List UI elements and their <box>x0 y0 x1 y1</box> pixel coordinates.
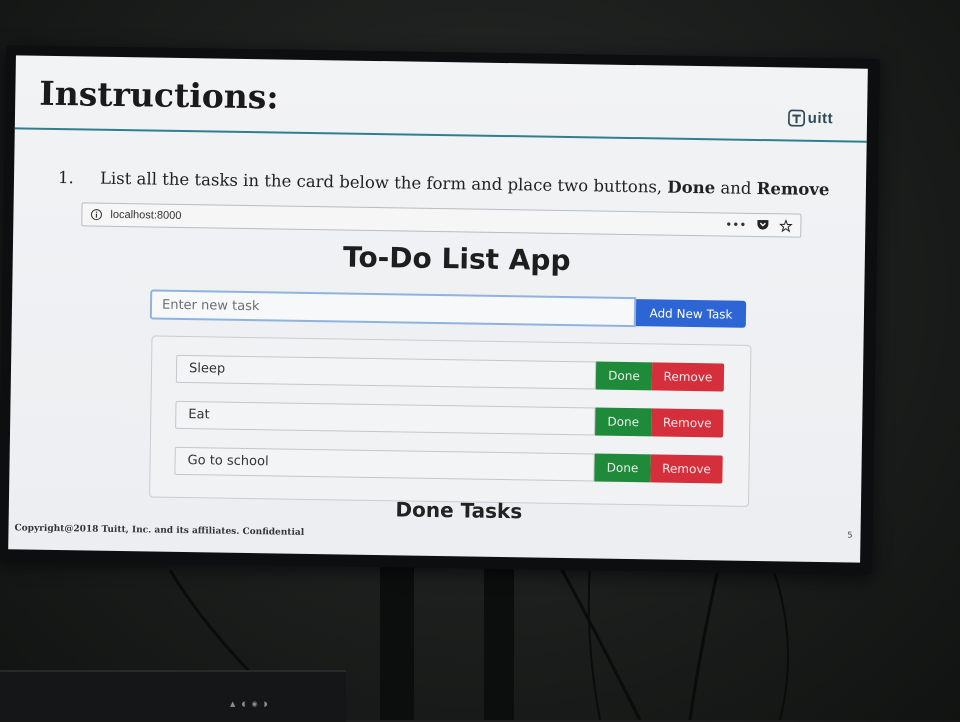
done-button[interactable]: Done <box>595 407 652 437</box>
instruction-text: List all the tasks in the card below the… <box>99 168 668 197</box>
task-list-card: Sleep Done Remove Eat Done Remove Go to … <box>149 335 752 507</box>
task-row: Sleep Done Remove <box>175 354 725 392</box>
title-divider <box>14 127 867 143</box>
info-icon[interactable] <box>90 209 102 221</box>
browser-url-bar[interactable]: localhost:8000 ••• <box>81 202 802 238</box>
tuitt-logo: uitt <box>787 109 834 128</box>
system-tray: ▲ ◖ ◉ ◗ <box>230 700 270 708</box>
instruction-number: 1. <box>57 168 74 188</box>
tuitt-logo-icon <box>787 109 805 127</box>
new-task-input[interactable] <box>149 289 637 328</box>
laptop-edge: ▲ ◖ ◉ ◗ <box>0 670 346 722</box>
slide-page-number: 5 <box>847 530 853 540</box>
slide-copyright: Copyright@2018 Tuitt, Inc. and its affil… <box>14 523 305 538</box>
done-button[interactable]: Done <box>594 453 651 483</box>
instruction-bold-remove: Remove <box>756 178 830 200</box>
instruction-text-and: and <box>715 178 757 198</box>
tv-bezel: Instructions: uitt 1. List all the tasks … <box>0 45 880 575</box>
remove-button[interactable]: Remove <box>650 454 723 484</box>
url-bar-actions: ••• <box>725 217 793 233</box>
star-icon[interactable] <box>779 218 793 233</box>
page-actions-menu-icon[interactable]: ••• <box>725 217 746 231</box>
logo-text: uitt <box>807 109 834 128</box>
remove-button[interactable]: Remove <box>651 408 724 438</box>
task-row: Eat Done Remove <box>175 400 724 438</box>
pocket-icon[interactable] <box>756 219 769 231</box>
slide-title: Instructions: <box>39 73 279 117</box>
task-row: Go to school Done Remove <box>174 446 723 484</box>
presentation-slide: Instructions: uitt 1. List all the tasks … <box>8 55 868 563</box>
task-name: Eat <box>175 400 596 436</box>
remove-button[interactable]: Remove <box>651 362 725 392</box>
instruction-bold-done: Done <box>667 177 716 198</box>
done-button[interactable]: Done <box>595 361 653 391</box>
task-name: Sleep <box>175 354 597 390</box>
instruction-item: 1. List all the tasks in the card below t… <box>58 168 848 199</box>
tv-stand-left <box>380 560 414 720</box>
add-new-task-button[interactable]: Add New Task <box>635 299 747 328</box>
url-text[interactable]: localhost:8000 <box>110 209 725 231</box>
app-title: To-Do List App <box>342 240 571 278</box>
task-name: Go to school <box>174 446 595 482</box>
tv-stand-right <box>484 560 514 720</box>
